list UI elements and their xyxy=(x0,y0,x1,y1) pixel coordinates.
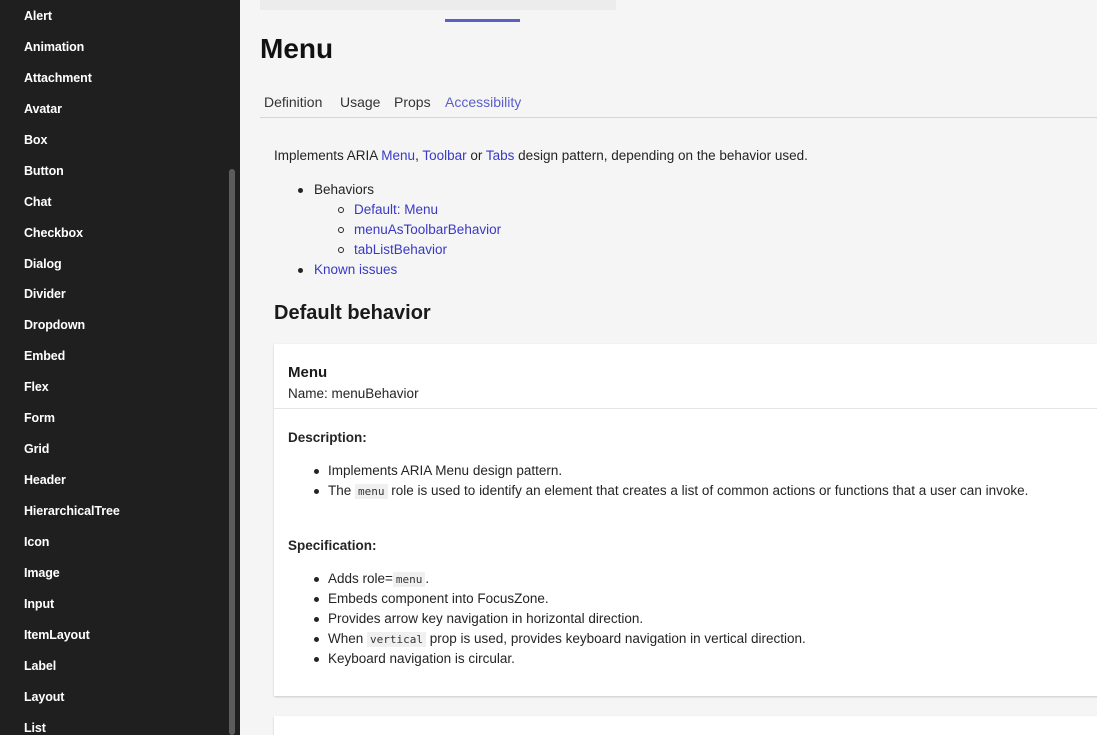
toc-menuastoolbar-link[interactable]: menuAsToolbarBehavior xyxy=(354,222,501,237)
sidebar-item-flex[interactable]: Flex xyxy=(24,380,49,394)
toc-default-menu-link[interactable]: Default: Menu xyxy=(354,202,438,217)
sidebar-item-list[interactable]: List xyxy=(24,721,46,735)
link-toolbar[interactable]: Toolbar xyxy=(422,148,466,163)
code-vertical: vertical xyxy=(367,632,427,647)
sidebar-item-label[interactable]: Label xyxy=(24,659,56,673)
specification-label: Specification: xyxy=(288,538,377,553)
sidebar-item-hierarchicaltree[interactable]: HierarchicalTree xyxy=(24,504,120,518)
specification-item: Embeds component into FocusZone. xyxy=(328,591,549,606)
link-menu[interactable]: Menu xyxy=(381,148,415,163)
specification-item-text: prop is used, provides keyboard navigati… xyxy=(426,631,806,646)
tabs-divider xyxy=(260,117,1097,118)
next-behavior-card xyxy=(274,716,1097,735)
sidebar-item-avatar[interactable]: Avatar xyxy=(24,102,62,116)
sidebar-item-itemlayout[interactable]: ItemLayout xyxy=(24,628,90,642)
specification-item-text: . xyxy=(425,571,430,586)
sidebar-item-dialog[interactable]: Dialog xyxy=(24,257,62,271)
sidebar-item-image[interactable]: Image xyxy=(24,566,60,580)
bullet-dot xyxy=(314,469,319,474)
bullet-dot xyxy=(314,489,319,494)
specification-item-text: Adds role= xyxy=(328,571,393,586)
bullet-dot xyxy=(298,268,303,273)
specification-item: Provides arrow key navigation in horizon… xyxy=(328,611,644,626)
top-placeholder-box xyxy=(260,0,616,10)
code-menu: menu xyxy=(392,572,426,587)
intro-prefix: Implements ARIA xyxy=(274,148,382,163)
bullet-circle xyxy=(338,227,344,233)
sidebar-item-input[interactable]: Input xyxy=(24,597,54,611)
specification-item: When vertical prop is used, provides key… xyxy=(328,631,806,647)
sidebar-item-attachment[interactable]: Attachment xyxy=(24,71,92,85)
sidebar-item-checkbox[interactable]: Checkbox xyxy=(24,226,83,240)
description-item-text: The xyxy=(328,483,356,498)
description-item: The menu role is used to identify an ele… xyxy=(328,483,1029,499)
card-divider xyxy=(274,408,1097,409)
bullet-dot xyxy=(314,617,319,622)
sidebar-item-alert[interactable]: Alert xyxy=(24,9,52,23)
sidebar-item-divider[interactable]: Divider xyxy=(24,287,66,301)
tab-usage[interactable]: Usage xyxy=(340,94,380,110)
bullet-dot xyxy=(314,657,319,662)
description-item: Implements ARIA Menu design pattern. xyxy=(328,463,563,478)
sidebar-item-embed[interactable]: Embed xyxy=(24,349,65,363)
default-behavior-heading: Default behavior xyxy=(274,302,431,324)
toc-known-issues-link[interactable]: Known issues xyxy=(314,262,397,277)
active-tab-indicator xyxy=(445,19,520,22)
card-behavior-name: Name: menuBehavior xyxy=(288,386,419,401)
tab-props[interactable]: Props xyxy=(394,94,431,110)
link-tabs[interactable]: Tabs xyxy=(486,148,515,163)
sidebar-item-button[interactable]: Button xyxy=(24,164,64,178)
sidebar-item-dropdown[interactable]: Dropdown xyxy=(24,318,85,332)
page-title: Menu xyxy=(260,33,334,64)
intro-suffix: design pattern, depending on the behavio… xyxy=(514,148,808,163)
intro-or: or xyxy=(466,148,486,163)
sidebar-item-box[interactable]: Box xyxy=(24,133,47,147)
bullet-dot xyxy=(314,597,319,602)
sidebar-item-chat[interactable]: Chat xyxy=(24,195,51,209)
description-label: Description: xyxy=(288,430,367,445)
description-item-text: role is used to identify an element that… xyxy=(387,483,1029,498)
sidebar-item-grid[interactable]: Grid xyxy=(24,442,49,456)
bullet-dot xyxy=(314,637,319,642)
tab-definition[interactable]: Definition xyxy=(264,94,322,110)
sidebar-item-header[interactable]: Header xyxy=(24,473,66,487)
sidebar-scrollbar[interactable] xyxy=(229,169,235,735)
behavior-card: Menu Name: menuBehavior Description: Imp… xyxy=(274,344,1097,696)
bullet-circle xyxy=(338,247,344,253)
sidebar-item-icon[interactable]: Icon xyxy=(24,535,49,549)
toc-behaviors: Behaviors xyxy=(314,182,375,197)
intro-text: Implements ARIA Menu, Toolbar or Tabs de… xyxy=(274,148,808,163)
specification-item: Adds role= menu. xyxy=(328,571,430,587)
main-content: Menu Definition Usage Props Accessibilit… xyxy=(240,0,1097,735)
tab-accessibility[interactable]: Accessibility xyxy=(445,94,521,110)
code-menu: menu xyxy=(355,484,388,499)
card-title: Menu xyxy=(288,364,328,381)
toc-tablist-link[interactable]: tabListBehavior xyxy=(354,242,447,257)
sidebar-item-layout[interactable]: Layout xyxy=(24,690,64,704)
sidebar-nav: Alert Animation Attachment Avatar Box Bu… xyxy=(0,0,240,735)
specification-item-text: When xyxy=(328,631,368,646)
bullet-dot xyxy=(314,577,319,582)
bullet-circle xyxy=(338,207,344,213)
sidebar-item-form[interactable]: Form xyxy=(24,411,55,425)
specification-item: Keyboard navigation is circular. xyxy=(328,651,515,666)
bullet-dot xyxy=(298,188,303,193)
sidebar-item-animation[interactable]: Animation xyxy=(24,40,84,54)
